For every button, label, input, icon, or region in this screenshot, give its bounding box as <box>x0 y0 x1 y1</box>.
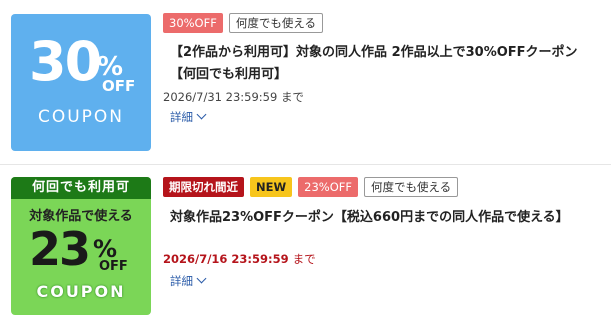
details-label: 詳細 <box>170 274 193 288</box>
coupon-image[interactable]: 何回でも利用可 対象作品で使える 23 % OFF COUPON <box>11 177 151 315</box>
details-toggle[interactable]: 詳細 <box>170 109 207 125</box>
deadline-date: 2026/7/16 23:59:59 <box>163 252 289 266</box>
discount-tag: 30%OFF <box>163 13 223 33</box>
discount-tag: 23%OFF <box>298 177 359 197</box>
details-toggle[interactable]: 詳細 <box>170 273 207 289</box>
coupon-image[interactable]: 30 % OFF COUPON <box>11 14 151 151</box>
coupon-image-label: COUPON <box>36 282 126 301</box>
chevron-down-icon <box>196 273 207 284</box>
coupon-image-percent: % <box>93 235 118 263</box>
reusable-tag: 何度でも使える <box>228 13 323 33</box>
coupon-image-label: COUPON <box>37 107 125 127</box>
coupon-deadline: 2026/7/16 23:59:59 まで <box>163 251 316 267</box>
coupon-image-ribbon: 何回でも利用可 <box>11 177 151 199</box>
tag-list: 期限切れ間近 NEW 23%OFF 何度でも使える <box>163 177 459 197</box>
deadline-suffix: まで <box>280 90 304 104</box>
deadline-suffix: まで <box>292 252 316 266</box>
reusable-tag: 何度でも使える <box>364 177 459 197</box>
coupon-image-off: OFF <box>102 77 136 95</box>
tag-list: 30%OFF 何度でも使える <box>163 13 323 33</box>
expiring-soon-tag: 期限切れ間近 <box>163 177 244 197</box>
deadline-date: 2026/7/31 23:59:59 <box>163 90 278 104</box>
coupon-deadline: 2026/7/31 23:59:59 まで <box>163 89 304 105</box>
coupon-image-discount: 23 <box>29 222 91 276</box>
coupon-title: 対象作品23%OFFクーポン【税込660円までの同人作品で使える】 <box>170 210 569 225</box>
coupon-title: 【2作品から利用可】対象の同人作品 2作品以上で30%OFFクーポン【何回でも利… <box>170 45 578 82</box>
new-tag: NEW <box>250 177 293 197</box>
coupon-image-off: OFF <box>99 259 128 274</box>
chevron-down-icon <box>196 109 207 120</box>
details-label: 詳細 <box>170 110 193 124</box>
coupon-item: 30 % OFF COUPON 30%OFF 何度でも使える 【2作品から利用可… <box>0 0 611 165</box>
coupon-image-discount: 30 <box>29 30 102 93</box>
